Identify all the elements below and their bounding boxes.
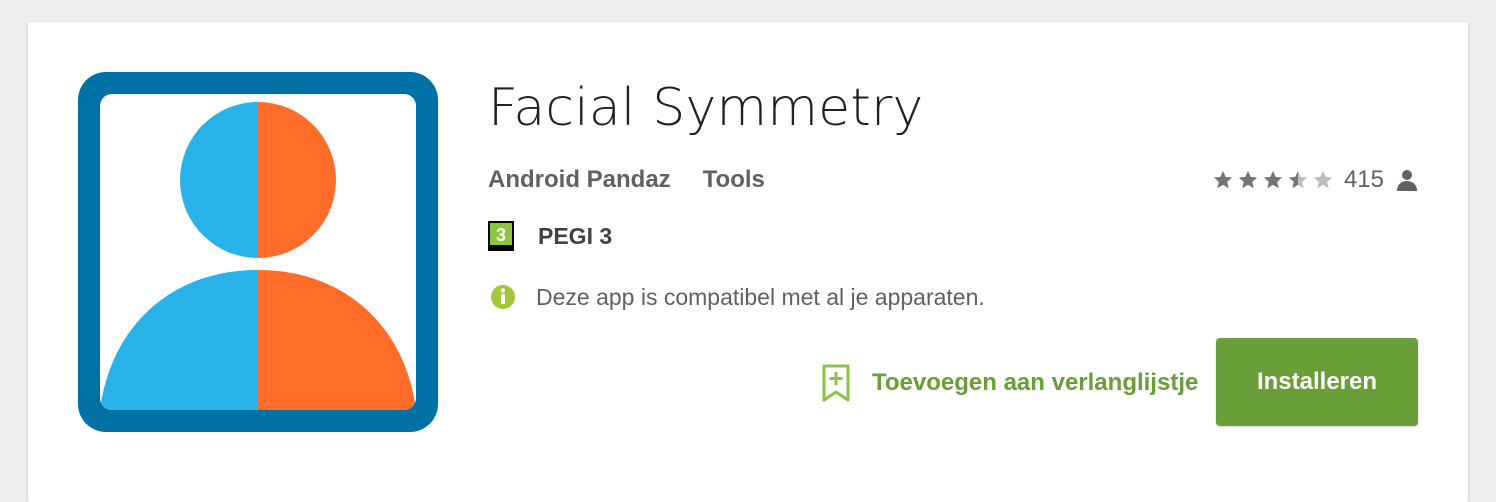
compatibility-text: Deze app is compatibel met al je apparat… bbox=[536, 283, 985, 310]
wishlist-label: Toevoegen aan verlanglijstje bbox=[872, 369, 1199, 396]
content-rating-label[interactable]: PEGI 3 bbox=[538, 223, 612, 250]
compatibility-notice: Deze app is compatibel met al je apparat… bbox=[490, 280, 985, 314]
category-link[interactable]: Tools bbox=[703, 166, 765, 194]
star-icon bbox=[1288, 170, 1308, 189]
rating-stars bbox=[1212, 169, 1334, 191]
star-icon bbox=[1213, 170, 1233, 189]
star-icon bbox=[1263, 170, 1283, 189]
rating-summary: 415 bbox=[1212, 164, 1418, 196]
facial-symmetry-app-icon bbox=[78, 72, 438, 432]
star-icon bbox=[1238, 170, 1258, 189]
app-title: Facial Symmetry bbox=[488, 78, 924, 138]
info-icon bbox=[491, 285, 515, 309]
app-meta: Android Pandaz Tools bbox=[488, 164, 765, 196]
rating-count: 415 bbox=[1343, 166, 1384, 193]
pegi-badge-icon: 3 bbox=[488, 221, 514, 251]
developer-link[interactable]: Android Pandaz bbox=[488, 166, 671, 194]
bookmark-add-icon bbox=[822, 364, 850, 402]
add-to-wishlist-button[interactable]: Toevoegen aan verlanglijstje bbox=[820, 360, 1198, 406]
install-button[interactable]: Installeren bbox=[1216, 338, 1418, 426]
content-rating: 3 PEGI 3 bbox=[488, 220, 612, 252]
star-icon bbox=[1313, 170, 1333, 189]
person-icon bbox=[1397, 170, 1417, 191]
pegi-badge-number: 3 bbox=[496, 225, 506, 245]
